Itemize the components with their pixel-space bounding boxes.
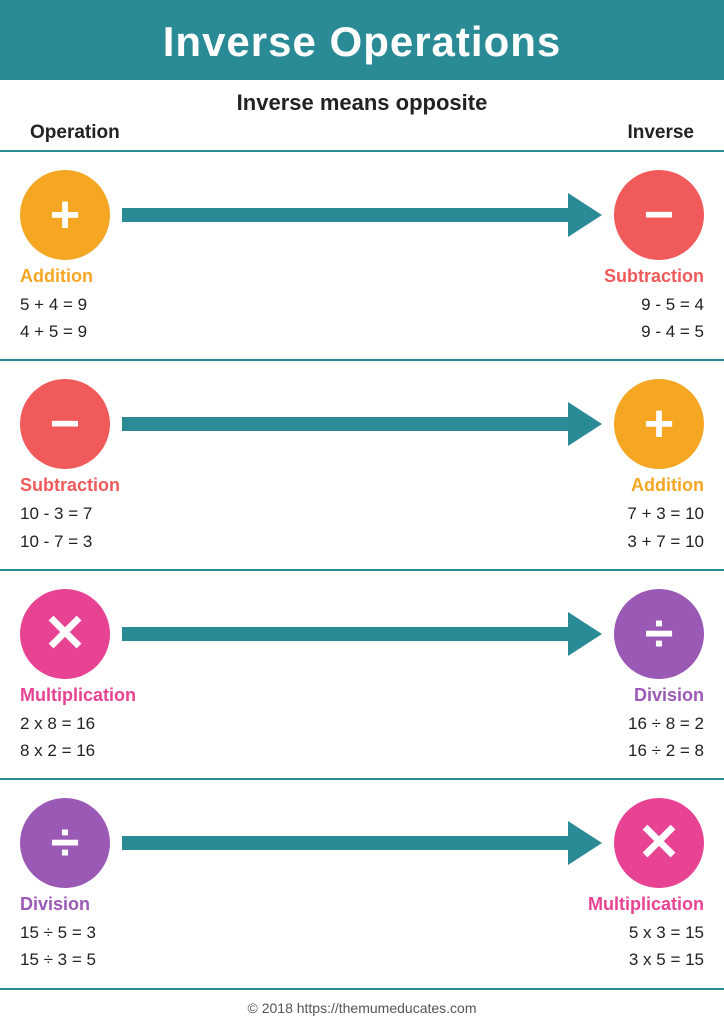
left-info: Subtraction 10 - 3 = 7 10 - 7 = 3 — [20, 475, 180, 554]
labels-equations: Multiplication 2 x 8 = 16 8 x 2 = 16 Div… — [20, 685, 704, 764]
eq1: 5 x 3 = 15 — [544, 919, 704, 946]
left-info: Division 15 ÷ 5 = 3 15 ÷ 3 = 5 — [20, 894, 180, 973]
eq2: 16 ÷ 2 = 8 — [544, 737, 704, 764]
label-division-2: Division — [20, 894, 180, 915]
plus-symbol-2: + — [644, 398, 674, 450]
equations-subtraction-2: 10 - 3 = 7 10 - 7 = 3 — [20, 500, 180, 554]
divide-symbol: ÷ — [645, 608, 674, 660]
label-multiplication: Multiplication — [20, 685, 180, 706]
arrow-head — [568, 402, 602, 446]
eq2: 4 + 5 = 9 — [20, 318, 180, 345]
circle-addition: + — [20, 170, 110, 260]
arrow-shaft — [122, 208, 568, 222]
equations-addition: 5 + 4 = 9 4 + 5 = 9 — [20, 291, 180, 345]
times-symbol: ✕ — [43, 608, 87, 660]
label-addition-2: Addition — [544, 475, 704, 496]
arrow-addition-subtraction — [122, 208, 602, 222]
eq2: 10 - 7 = 3 — [20, 528, 180, 555]
eq1: 5 + 4 = 9 — [20, 291, 180, 318]
label-subtraction: Subtraction — [544, 266, 704, 287]
times-symbol-2: ✕ — [637, 817, 681, 869]
subtitle: Inverse means opposite — [0, 80, 724, 120]
eq2: 15 ÷ 3 = 5 — [20, 946, 180, 973]
arrow-subtraction-addition — [122, 417, 602, 431]
eq1: 10 - 3 = 7 — [20, 500, 180, 527]
arrow-head — [568, 612, 602, 656]
row-multiplication-division: ✕ ÷ Multiplication 2 x 8 = 16 8 x 2 = 16… — [0, 569, 724, 778]
operations-container: + − Addition 5 + 4 = 9 4 + 5 = 9 Subtrac… — [0, 150, 724, 990]
arrow-multiplication-division — [122, 627, 602, 641]
circle-multiplication: ✕ — [20, 589, 110, 679]
arrow-row: ✕ ÷ — [20, 589, 704, 679]
label-division: Division — [544, 685, 704, 706]
right-info: Multiplication 5 x 3 = 15 3 x 5 = 15 — [544, 894, 704, 973]
label-subtraction-2: Subtraction — [20, 475, 180, 496]
page-header: Inverse Operations — [0, 0, 724, 80]
eq2: 3 + 7 = 10 — [544, 528, 704, 555]
arrow-division-multiplication — [122, 836, 602, 850]
eq1: 15 ÷ 5 = 3 — [20, 919, 180, 946]
circle-division: ÷ — [614, 589, 704, 679]
footer: © 2018 https://themumeducates.com — [0, 990, 724, 1024]
col-label-inverse: Inverse — [627, 122, 694, 144]
eq1: 16 ÷ 8 = 2 — [544, 710, 704, 737]
column-labels: Operation Inverse — [0, 120, 724, 150]
arrow-shaft — [122, 836, 568, 850]
equations-multiplication-2: 5 x 3 = 15 3 x 5 = 15 — [544, 919, 704, 973]
equations-division-2: 15 ÷ 5 = 3 15 ÷ 3 = 5 — [20, 919, 180, 973]
page-title: Inverse Operations — [20, 18, 704, 66]
eq1: 7 + 3 = 10 — [544, 500, 704, 527]
arrow-head — [568, 821, 602, 865]
plus-symbol: + — [50, 189, 80, 241]
arrow-head — [568, 193, 602, 237]
circle-addition-2: + — [614, 379, 704, 469]
arrow-shaft — [122, 417, 568, 431]
row-addition-subtraction: + − Addition 5 + 4 = 9 4 + 5 = 9 Subtrac… — [0, 150, 724, 359]
row-division-multiplication: ÷ ✕ Division 15 ÷ 5 = 3 15 ÷ 3 = 5 Multi… — [0, 778, 724, 989]
equations-addition-2: 7 + 3 = 10 3 + 7 = 10 — [544, 500, 704, 554]
eq2: 9 - 4 = 5 — [544, 318, 704, 345]
label-multiplication-2: Multiplication — [544, 894, 704, 915]
label-addition: Addition — [20, 266, 180, 287]
eq2: 8 x 2 = 16 — [20, 737, 180, 764]
circle-subtraction: − — [614, 170, 704, 260]
eq1: 2 x 8 = 16 — [20, 710, 180, 737]
eq1: 9 - 5 = 4 — [544, 291, 704, 318]
right-info: Addition 7 + 3 = 10 3 + 7 = 10 — [544, 475, 704, 554]
circle-subtraction-2: − — [20, 379, 110, 469]
right-info: Subtraction 9 - 5 = 4 9 - 4 = 5 — [544, 266, 704, 345]
labels-equations: Subtraction 10 - 3 = 7 10 - 7 = 3 Additi… — [20, 475, 704, 554]
labels-equations: Addition 5 + 4 = 9 4 + 5 = 9 Subtraction… — [20, 266, 704, 345]
equations-multiplication: 2 x 8 = 16 8 x 2 = 16 — [20, 710, 180, 764]
equations-subtraction: 9 - 5 = 4 9 - 4 = 5 — [544, 291, 704, 345]
left-info: Addition 5 + 4 = 9 4 + 5 = 9 — [20, 266, 180, 345]
arrow-row: + − — [20, 170, 704, 260]
divide-symbol-2: ÷ — [51, 817, 80, 869]
eq2: 3 x 5 = 15 — [544, 946, 704, 973]
arrow-row: ÷ ✕ — [20, 798, 704, 888]
arrow-row: − + — [20, 379, 704, 469]
col-label-operation: Operation — [30, 122, 120, 144]
minus-symbol: − — [644, 189, 674, 241]
right-info: Division 16 ÷ 8 = 2 16 ÷ 2 = 8 — [544, 685, 704, 764]
minus-symbol-2: − — [50, 398, 80, 450]
labels-equations: Division 15 ÷ 5 = 3 15 ÷ 3 = 5 Multiplic… — [20, 894, 704, 973]
circle-multiplication-2: ✕ — [614, 798, 704, 888]
circle-division-2: ÷ — [20, 798, 110, 888]
left-info: Multiplication 2 x 8 = 16 8 x 2 = 16 — [20, 685, 180, 764]
equations-division: 16 ÷ 8 = 2 16 ÷ 2 = 8 — [544, 710, 704, 764]
arrow-shaft — [122, 627, 568, 641]
row-subtraction-addition: − + Subtraction 10 - 3 = 7 10 - 7 = 3 Ad… — [0, 359, 724, 568]
